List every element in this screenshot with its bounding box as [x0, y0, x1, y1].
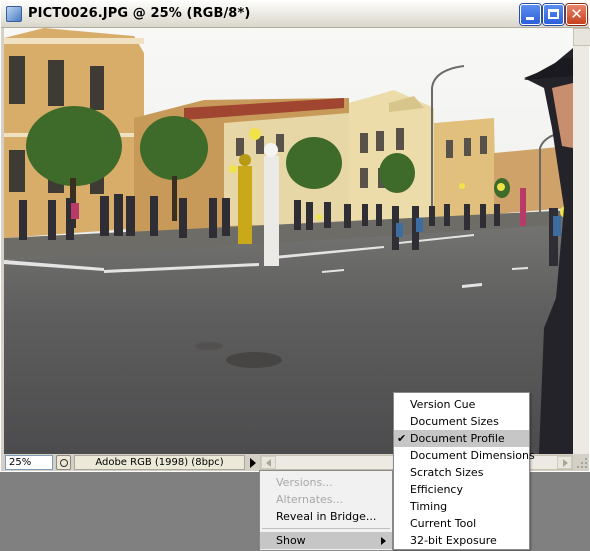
submenu-item-label: Version Cue [410, 398, 476, 411]
menu-item-show[interactable]: Show [260, 532, 392, 549]
submenu-item-32-bit-exposure[interactable]: 32-bit Exposure [394, 532, 529, 549]
submenu-item-label: Scratch Sizes [410, 466, 484, 479]
submenu-item-label: Efficiency [410, 483, 463, 496]
show-submenu: Version Cue Document Sizes ✔ Document Pr… [393, 392, 535, 550]
menu-item-reveal-in-bridge[interactable]: Reveal in Bridge... [260, 508, 392, 525]
zoom-level-field[interactable]: 25% [5, 455, 53, 470]
submenu-item-label: Current Tool [410, 517, 477, 530]
maximize-button[interactable] [543, 4, 564, 25]
checkmark-icon: ✔ [397, 432, 407, 445]
photoshop-document-icon [6, 6, 22, 22]
zoom-toggle-icon[interactable] [56, 455, 71, 470]
scroll-right-arrow-icon[interactable] [557, 456, 572, 469]
resize-grip-icon[interactable] [575, 456, 588, 469]
submenu-item-document-profile[interactable]: ✔ Document Profile [394, 430, 529, 447]
submenu-item-timing[interactable]: Timing [394, 498, 529, 515]
status-bar-menu: Versions... Alternates... Reveal in Brid… [259, 470, 393, 551]
minimize-icon [526, 17, 534, 20]
menu-separator [262, 528, 390, 529]
submenu-item-current-tool[interactable]: Current Tool [394, 515, 529, 532]
close-icon: ✕ [570, 5, 583, 23]
status-menu-arrow-icon[interactable] [246, 456, 260, 470]
submenu-item-label: Timing [410, 500, 448, 513]
scroll-left-arrow-icon[interactable] [261, 456, 276, 469]
submenu-item-label: Document Profile [410, 432, 505, 445]
menu-item-show-label: Show [276, 534, 306, 547]
minimize-button[interactable] [520, 4, 541, 25]
menu-item-alternates[interactable]: Alternates... [260, 491, 392, 508]
close-button[interactable]: ✕ [566, 4, 587, 25]
submenu-item-label: 32-bit Exposure [410, 534, 497, 547]
document-info-field[interactable]: Adobe RGB (1998) (8bpc) [74, 455, 245, 470]
maximize-icon [548, 9, 559, 19]
submenu-item-version-cue[interactable]: Version Cue [394, 396, 529, 413]
submenu-item-document-sizes[interactable]: Document Sizes [394, 413, 529, 430]
submenu-item-scratch-sizes[interactable]: Scratch Sizes [394, 464, 529, 481]
submenu-item-label: Document Sizes [410, 415, 499, 428]
submenu-arrow-icon [381, 537, 386, 545]
submenu-item-label: Document Dimensions [410, 449, 535, 462]
window-title: PICT0026.JPG @ 25% (RGB/8*) [28, 6, 251, 21]
vertical-scrollbar[interactable] [573, 28, 590, 454]
menu-item-versions[interactable]: Versions... [260, 474, 392, 491]
submenu-item-document-dimensions[interactable]: Document Dimensions [394, 447, 535, 464]
image-canvas[interactable] [4, 28, 573, 454]
submenu-item-efficiency[interactable]: Efficiency [394, 481, 529, 498]
title-bar[interactable]: PICT0026.JPG @ 25% (RGB/8*) ✕ [1, 1, 589, 28]
photo [4, 28, 573, 454]
